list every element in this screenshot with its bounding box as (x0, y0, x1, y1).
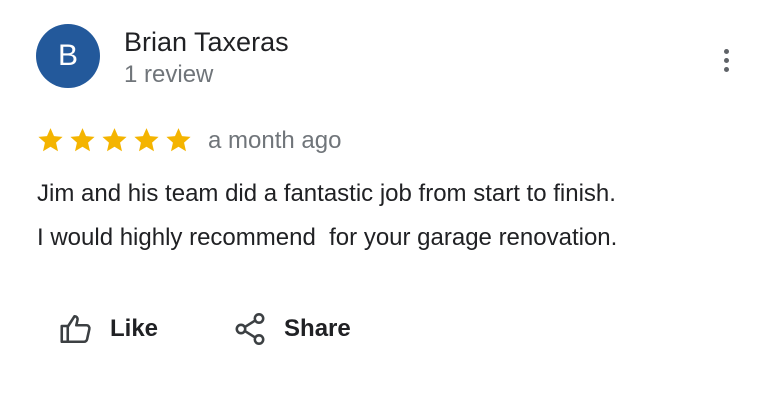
more-options-button[interactable] (710, 40, 742, 80)
review-actions: Like Share (58, 308, 351, 350)
star-rating (36, 126, 193, 155)
review-count: 1 review (124, 61, 214, 88)
avatar[interactable]: B (36, 24, 100, 88)
share-label: Share (284, 315, 351, 342)
review-text: Jim and his team did a fantastic job fro… (37, 180, 618, 251)
share-icon (232, 311, 268, 347)
star-icon (166, 128, 191, 152)
star-icon (102, 128, 127, 152)
review-card: B Brian Taxeras 1 review a month ago Jim… (0, 0, 772, 408)
star-icon (134, 128, 159, 152)
share-button[interactable]: Share (232, 308, 351, 350)
author-name[interactable]: Brian Taxeras (124, 26, 289, 58)
like-label: Like (110, 315, 159, 342)
thumbs-up-icon (58, 311, 94, 347)
like-button[interactable]: Like (58, 308, 158, 350)
more-vert-icon (723, 48, 729, 72)
star-icon (38, 128, 63, 152)
review-date: a month ago (208, 127, 342, 154)
avatar-initial: B (57, 39, 78, 72)
star-icon (70, 128, 95, 152)
